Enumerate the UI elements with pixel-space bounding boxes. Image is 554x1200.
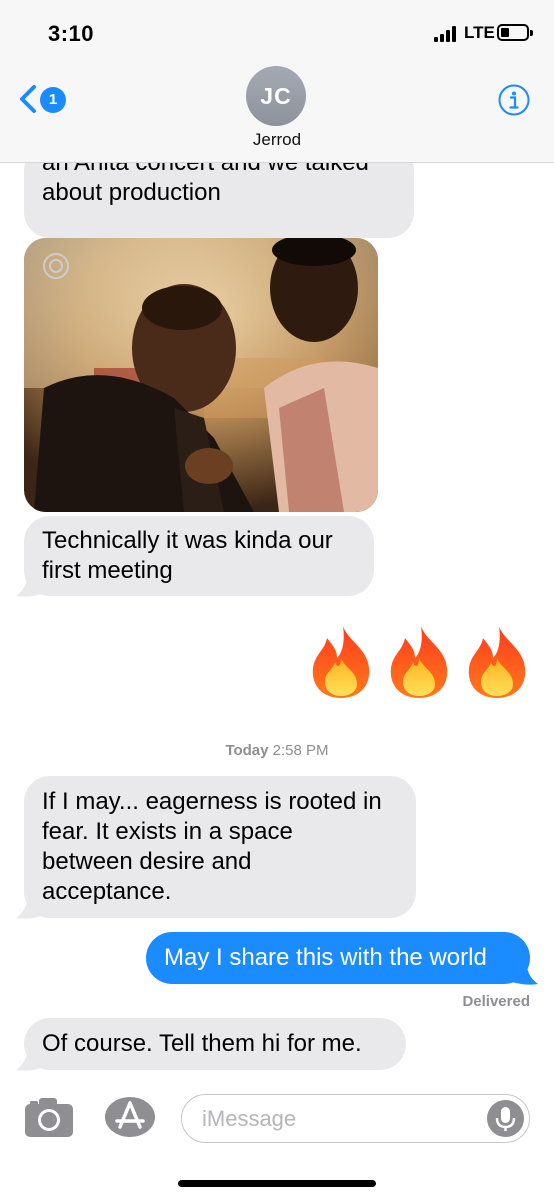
- message-input[interactable]: iMessage: [181, 1094, 530, 1143]
- contact-name: Jerrod: [252, 130, 302, 149]
- camera-icon[interactable]: [24, 1096, 74, 1138]
- bubble-tail: [16, 892, 42, 919]
- home-indicator: [178, 1180, 376, 1187]
- message-input-placeholder: iMessage: [202, 1106, 297, 1131]
- timestamp-time: 2:58 PM: [272, 742, 329, 759]
- status-time: 3:10: [48, 21, 95, 46]
- message-bubble-incoming[interactable]: Technically it was kinda our first meeti…: [24, 516, 374, 596]
- message-text: May I share this with the world: [164, 944, 487, 971]
- bubble-tail: [16, 1044, 42, 1071]
- message-text: Of course. Tell them hi for me.: [42, 1030, 362, 1057]
- signal-icon: [434, 26, 460, 42]
- bubble-tail: [16, 570, 42, 597]
- message-line: If I may... eagerness is rooted in: [42, 788, 382, 815]
- message-bubble-outgoing[interactable]: May I share this with the world: [146, 932, 530, 984]
- message-line: an Anita concert and we talked: [42, 163, 369, 178]
- timestamp-day: Today: [225, 742, 269, 759]
- message-line: Technically it was kinda our: [42, 527, 333, 554]
- delivery-status: Delivered: [462, 993, 530, 1010]
- message-bubble-incoming[interactable]: Of course. Tell them hi for me.: [24, 1018, 406, 1070]
- message-bubble-incoming[interactable]: an Anita concert and we talked about pro…: [24, 163, 414, 238]
- message-line: acceptance.: [42, 878, 172, 905]
- fire-emoji: [312, 626, 370, 698]
- fire-emoji: [390, 626, 448, 698]
- chevron-left-icon: [20, 85, 36, 113]
- message-line: fear. It exists in a space: [42, 818, 293, 845]
- photo-attachment[interactable]: [24, 238, 378, 512]
- info-icon[interactable]: [498, 84, 530, 116]
- bubble-tail: [512, 958, 538, 985]
- microphone-icon[interactable]: [487, 1100, 524, 1137]
- message-clip: an Anita concert and we talked about pro…: [0, 163, 554, 243]
- message-line: first meeting: [42, 557, 173, 584]
- avatar: JC: [246, 66, 306, 126]
- battery-icon: [497, 24, 533, 41]
- message-bubble-incoming[interactable]: If I may... eagerness is rooted in fear.…: [24, 776, 416, 918]
- emoji-message[interactable]: [307, 624, 527, 700]
- fire-emoji: [468, 626, 526, 698]
- network-type: LTE: [464, 23, 495, 42]
- timestamp: Today 2:58 PM: [0, 742, 554, 759]
- app-store-icon[interactable]: [104, 1096, 156, 1138]
- status-bar: 3:10 LTE: [0, 0, 554, 70]
- message-line: between desire and: [42, 848, 252, 875]
- conversation-header: 1 JC Jerrod: [0, 66, 554, 163]
- message-line: about production: [42, 179, 221, 206]
- unread-badge: 1: [40, 87, 66, 113]
